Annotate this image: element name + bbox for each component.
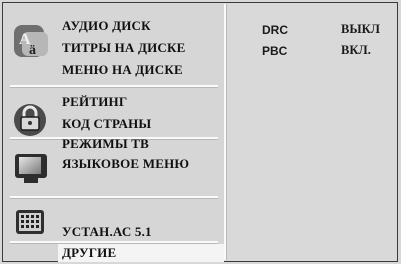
pane-divider	[224, 4, 226, 260]
menu-divider	[10, 85, 218, 87]
setting-drc-label[interactable]: DRC	[262, 23, 288, 37]
setting-pbc-label[interactable]: PBC	[262, 44, 287, 58]
menu-divider	[10, 241, 218, 243]
svg-text:ä: ä	[29, 43, 36, 58]
dvd-setup-screen: A ä АУДИО ДИСК ТИТРЫ НА ДИСКЕ МЕНЮ НА ДИ…	[0, 0, 401, 264]
menu-item-audio-disc[interactable]: АУДИО ДИСК	[62, 18, 151, 34]
speaker-icon	[16, 210, 44, 234]
menu-item-rating[interactable]: РЕЙТИНГ	[62, 94, 127, 110]
menu-item-disc-menu[interactable]: МЕНЮ НА ДИСКЕ	[62, 62, 183, 78]
menu-item-speaker-setup[interactable]: УСТАН.АС 5.1	[62, 224, 152, 240]
menu-item-other[interactable]: ДРУГИЕ	[62, 245, 116, 261]
setting-pbc-value[interactable]: ВКЛ.	[341, 43, 371, 58]
menu-divider	[10, 196, 218, 198]
setting-drc-value[interactable]: ВЫКЛ	[341, 22, 380, 37]
tv-icon	[15, 154, 47, 183]
language-icon: A ä	[14, 25, 48, 58]
lock-icon	[14, 104, 46, 136]
menu-item-language-menu[interactable]: ЯЗЫКОВОЕ МЕНЮ	[62, 156, 189, 172]
menu-item-tv-modes[interactable]: РЕЖИМЫ ТВ	[62, 136, 149, 152]
menu-item-country-code[interactable]: КОД СТРАНЫ	[62, 116, 151, 132]
menu-item-disc-subtitles[interactable]: ТИТРЫ НА ДИСКЕ	[62, 40, 186, 56]
